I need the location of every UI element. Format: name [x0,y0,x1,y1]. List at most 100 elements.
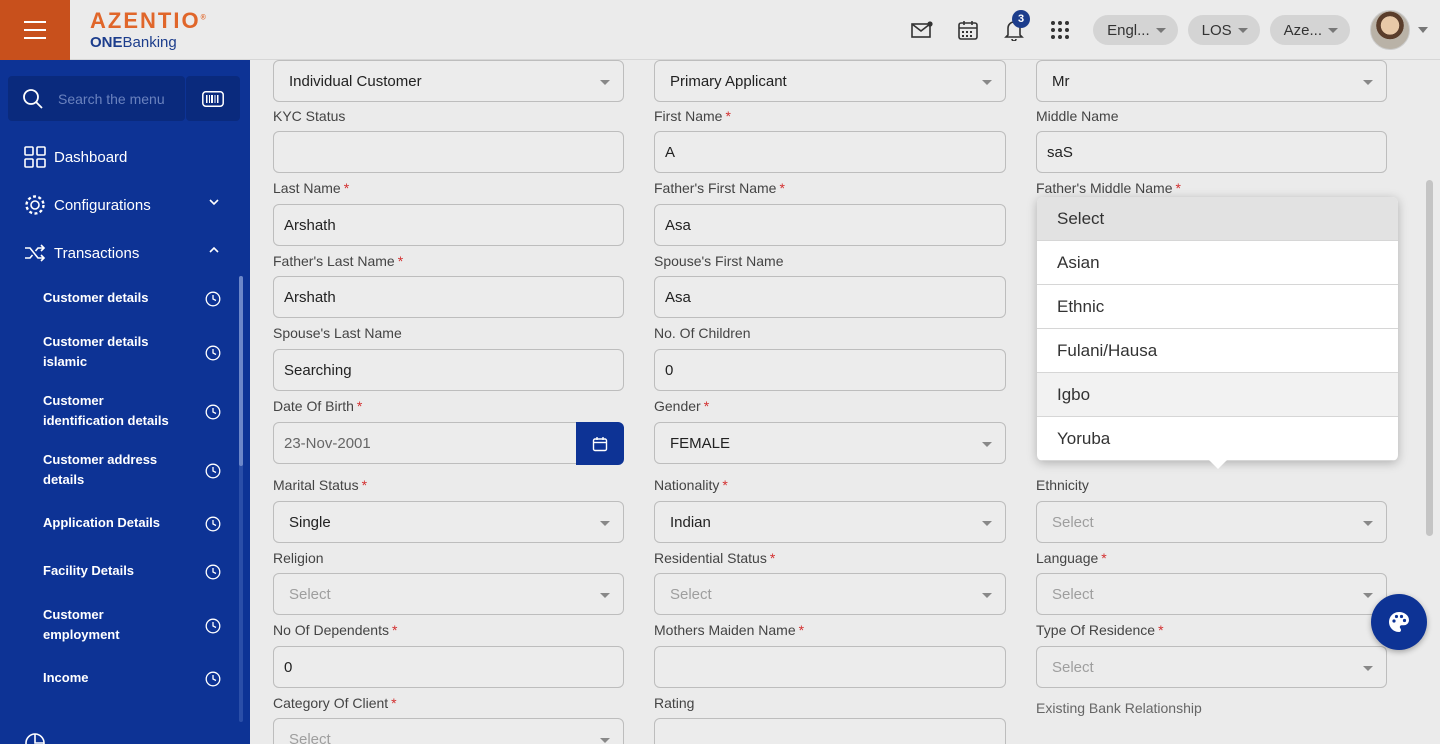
sidebar-scrollbar-thumb[interactable] [239,276,243,466]
fathers-first-name-label: Father's First Name * [654,180,785,196]
title-select[interactable]: Mr [1036,60,1387,102]
marital-status-select[interactable]: Single [273,501,624,543]
chevron-down-icon [1155,27,1166,33]
category-of-client-select[interactable]: Select [273,718,624,744]
chevron-down-icon [1328,27,1338,33]
chevron-down-icon [982,80,992,85]
user-avatar[interactable] [1370,10,1410,50]
apps-grid-icon[interactable] [1042,12,1078,48]
spouses-first-name-label: Spouse's First Name [654,253,784,269]
clock-icon[interactable] [205,564,221,580]
clock-icon[interactable] [205,618,221,634]
fathers-last-name-input[interactable]: Arshath [273,276,624,318]
category-of-client-label: Category Of Client * [273,695,397,711]
kyc-status-label: KYC Status [273,108,346,124]
barcode-icon [202,90,224,107]
calendar-icon [592,436,608,451]
sidebar-subitem[interactable]: Customer details islamic [43,332,223,374]
first-name-input[interactable]: A [654,131,1006,173]
spouses-last-name-label: Spouse's Last Name [273,325,402,341]
sidebar-subitem-label: identification details [43,413,169,428]
religion-label: Religion [273,550,324,566]
palette-icon [1389,612,1409,632]
language-select[interactable]: Select [1036,573,1387,615]
religion-select[interactable]: Select [273,573,624,615]
notification-bell-button[interactable]: 3 [996,10,1032,48]
sidebar-subitem-label: Customer [43,393,104,408]
date-picker-button[interactable] [576,422,624,465]
clock-icon[interactable] [205,516,221,532]
applicant-type-select[interactable]: Primary Applicant [654,60,1006,102]
grid-icon [24,146,46,168]
sidebar-item-configurations[interactable]: Configurations [24,194,224,216]
clock-icon[interactable] [205,671,221,687]
date-of-birth-input[interactable]: 23-Nov-2001 [273,422,577,464]
chevron-down-icon [1363,521,1373,526]
sidebar-subitem[interactable]: Facility Details [43,561,223,583]
clock-icon[interactable] [205,463,221,479]
clock-icon[interactable] [205,291,221,307]
type-of-residence-select[interactable]: Select [1036,646,1387,688]
residential-status-select[interactable]: Select [654,573,1006,615]
rating-input[interactable] [654,718,1006,744]
sidebar-subitem-label: Customer address [43,452,158,467]
brand-logo: AZENTIO® ONEBanking [90,8,208,51]
module-selector[interactable]: LOS [1187,15,1260,45]
customer-type-select[interactable]: Individual Customer [273,60,624,102]
spouses-last-name-input[interactable]: Searching [273,349,624,391]
sidebar-subitem[interactable]: Customer address details [43,450,223,492]
notification-count-badge: 3 [1012,10,1031,28]
sidebar-subitem[interactable]: Customer employment [43,605,223,647]
calendar-icon[interactable] [950,12,986,48]
no-of-dependents-input[interactable]: 0 [273,646,624,688]
sidebar-subitem[interactable]: Application Details [43,513,223,535]
sidebar-item-partial[interactable] [24,732,224,744]
rating-label: Rating [654,695,695,711]
dropdown-option[interactable]: Select [1037,197,1398,241]
nationality-select[interactable]: Indian [654,501,1006,543]
gender-select[interactable]: FEMALE [654,422,1006,464]
sidebar-subitem[interactable]: Income [43,668,223,690]
sidebar-item-dashboard[interactable]: Dashboard [24,146,224,168]
dropdown-option[interactable]: Fulani/Hausa [1037,329,1398,373]
clock-icon[interactable] [205,404,221,420]
mail-icon[interactable] [904,12,940,48]
clock-icon[interactable] [205,345,221,361]
pie-icon [24,732,46,744]
gender-label: Gender * [654,398,710,414]
sidebar-subitem[interactable]: Customer identification details [43,391,223,433]
dropdown-option[interactable]: Yoruba [1037,417,1398,461]
middle-name-label: Middle Name [1036,108,1119,124]
dropdown-option[interactable]: Igbo [1037,373,1398,417]
main-scrollbar-thumb[interactable] [1426,180,1433,536]
dropdown-option[interactable]: Ethnic [1037,285,1398,329]
customer-details-form: Individual Customer Primary Applicant Mr… [250,60,1440,744]
top-bar: AZENTIO® ONEBanking 3 Engl... LOS Aze... [0,0,1440,60]
chevron-down-icon [600,738,610,743]
hamburger-menu-button[interactable] [0,0,70,60]
ethnicity-select[interactable]: Select [1036,501,1387,543]
ethnicity-label: Ethnicity [1036,477,1089,493]
barcode-scan-button[interactable] [186,76,240,121]
spouses-first-name-input[interactable]: Asa [654,276,1006,318]
fathers-last-name-label: Father's Last Name * [273,253,404,269]
theme-palette-button[interactable] [1371,594,1427,650]
kyc-status-input[interactable] [273,131,624,173]
fathers-first-name-input[interactable]: Asa [654,204,1006,246]
sidebar-item-transactions[interactable]: Transactions [24,242,224,264]
sidebar-subitem-label: Facility Details [43,563,135,578]
mothers-maiden-name-input[interactable] [654,646,1006,688]
entity-selector[interactable]: Aze... [1269,15,1350,45]
menu-search-input[interactable]: Search the menu [8,76,185,121]
last-name-input[interactable]: Arshath [273,204,624,246]
sidebar-subitem[interactable]: Customer details [43,288,223,310]
chevron-down-icon[interactable] [1418,27,1428,33]
language-selector[interactable]: Engl... [1093,15,1178,45]
no-of-children-input[interactable]: 0 [654,349,1006,391]
middle-name-input[interactable]: saS [1036,131,1387,173]
sidebar-subitem-label: Customer [43,607,104,622]
residential-status-label: Residential Status * [654,550,776,566]
chevron-down-icon [1363,666,1373,671]
sidebar-subitem-label: Customer details [43,334,149,349]
dropdown-option[interactable]: Asian [1037,241,1398,285]
